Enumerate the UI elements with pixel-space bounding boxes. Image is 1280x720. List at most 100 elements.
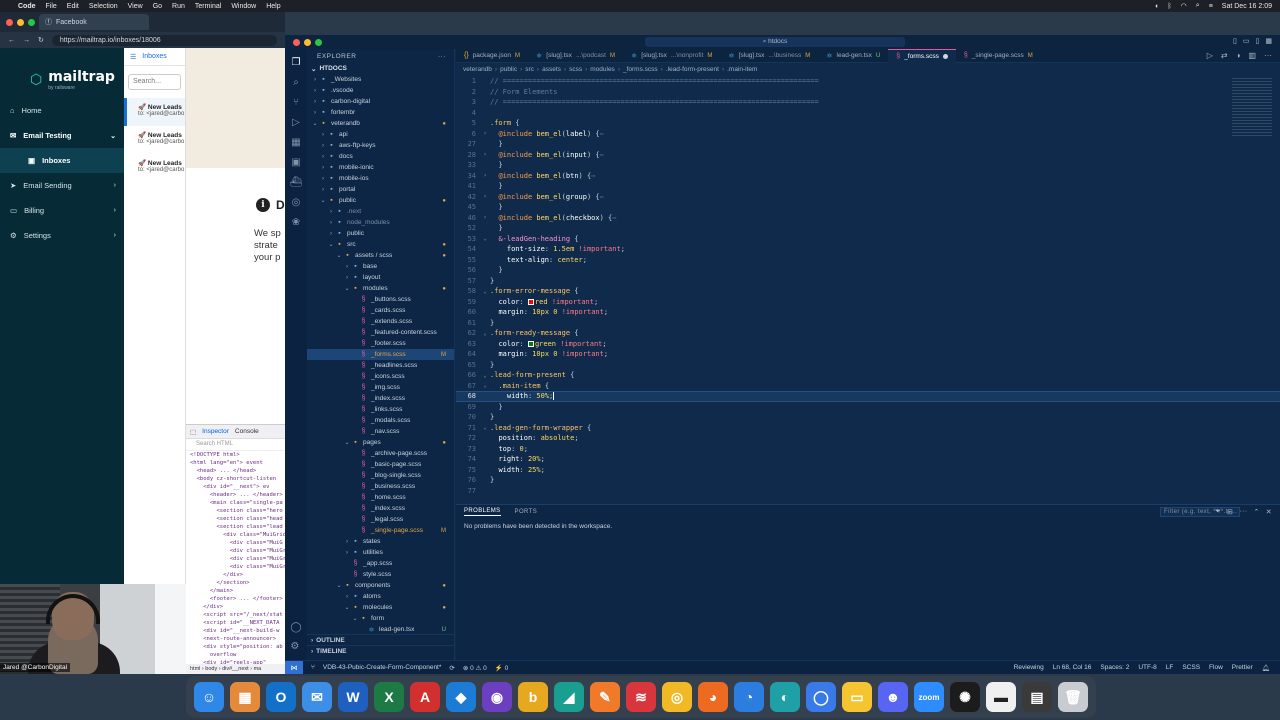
unsaved-dot-icon[interactable] [942, 53, 948, 59]
browser-tab-facebook[interactable]: ⓕ Facebook [39, 14, 149, 30]
menu-edit[interactable]: Edit [67, 3, 79, 10]
tree-folder[interactable]: › ▪ mobile-ionic [307, 162, 454, 173]
menu-view[interactable]: View [128, 3, 143, 10]
fold-chevron-icon[interactable]: › [480, 130, 490, 137]
fold-chevron-icon[interactable]: › [480, 151, 490, 158]
tree-folder[interactable]: › ▪ .next [307, 206, 454, 217]
breadcrumb-item[interactable]: scss [569, 66, 582, 73]
run-icon[interactable]: ▷ [1207, 51, 1213, 60]
vscode-icon[interactable]: ◆ [446, 682, 476, 712]
paw-icon[interactable]: ❀ [292, 217, 300, 228]
status-cursor-position[interactable]: Ln 68, Col 16 [1053, 664, 1092, 672]
menu-window[interactable]: Window [231, 3, 256, 10]
menu-help[interactable]: Help [266, 3, 280, 10]
tree-folder[interactable]: ⌄ ▪ pages ● [307, 437, 454, 448]
devtools-search-input[interactable]: Search HTML [186, 439, 285, 451]
nav-billing[interactable]: ▭ Billing › [0, 198, 124, 223]
breadcrumb-item[interactable]: .lead-form-present [666, 66, 719, 73]
workspace-root[interactable]: ⌄ HTDOCS [307, 63, 454, 74]
editor-tab[interactable]: § _single-page.scss M [956, 49, 1041, 63]
code-line[interactable]: 41 } [456, 181, 1280, 192]
more-actions-icon[interactable]: ··· [438, 53, 446, 60]
minimize-window-icon[interactable] [17, 18, 24, 26]
breadcrumb-item[interactable]: src [525, 66, 534, 73]
menu-icon[interactable]: ☰ [130, 53, 136, 61]
bluetooth-icon[interactable]: ᛒ [1167, 3, 1171, 10]
minimize-window-icon[interactable] [304, 38, 311, 46]
tree-folder[interactable]: › ▪ fortembr [307, 107, 454, 118]
back-icon[interactable]: ← [8, 37, 15, 44]
code-line[interactable]: 72 position: absolute; [456, 433, 1280, 444]
code-line[interactable]: 77 [456, 486, 1280, 497]
code-line[interactable]: 67 ⌄ .main-item { [456, 381, 1280, 392]
code-line[interactable]: 56 } [456, 265, 1280, 276]
code-line[interactable]: 5 .form { [456, 118, 1280, 129]
dom-tree[interactable]: <!DOCTYPE html> <html lang="en"> event <… [186, 451, 285, 667]
tree-file[interactable]: § _home.scss [307, 492, 454, 503]
tree-file[interactable]: § _extends.scss [307, 316, 454, 327]
message-item[interactable]: 🚀 New Leads to: <jared@carbo [124, 126, 185, 154]
tree-file[interactable]: § _index.scss [307, 393, 454, 404]
ports-count[interactable]: ⚡ 0 [495, 664, 509, 672]
tree-file[interactable]: § style.scss [307, 569, 454, 580]
open-changes-icon[interactable]: ◑ [1236, 51, 1241, 60]
word-icon[interactable]: W [338, 682, 368, 712]
pick-element-icon[interactable]: ⬚ [190, 428, 196, 436]
chrome-icon[interactable]: ◎ [662, 682, 692, 712]
tree-file[interactable]: § _featured-content.scss [307, 327, 454, 338]
screens-icon[interactable]: ▤ [1022, 682, 1052, 712]
remote-explorer-icon[interactable]: ▣ [291, 157, 300, 168]
message-item[interactable]: 🚀 New Leads to: <jared@carbo [124, 98, 185, 126]
code-line[interactable]: 76} [456, 475, 1280, 486]
breadcrumb-item[interactable]: _forms.scss [623, 66, 658, 73]
status-flow[interactable]: Flow [1209, 664, 1223, 672]
source-control-icon[interactable]: ⑂ [293, 97, 299, 108]
menubar-clock[interactable]: Sat Dec 16 2:09 [1222, 3, 1272, 10]
code-line[interactable]: 71 ⌄ .lead-gen-form-wrapper { [456, 423, 1280, 434]
tree-file[interactable]: § _basic-page.scss [307, 459, 454, 470]
tree-folder[interactable]: › ▪ base [307, 261, 454, 272]
tree-folder[interactable]: ⌄ ▪ molecules ● [307, 602, 454, 613]
firefox-dev-icon[interactable]: ◔ [734, 682, 764, 712]
code-line[interactable]: 59 color: red !important; [456, 297, 1280, 308]
tree-file[interactable]: § _icons.scss [307, 371, 454, 382]
outlook-icon[interactable]: O [266, 682, 296, 712]
sketch-icon[interactable]: ✎ [590, 682, 620, 712]
tree-folder[interactable]: ⌄ ▪ src ● [307, 239, 454, 250]
fold-chevron-icon[interactable]: ⌄ [480, 424, 490, 431]
code-line[interactable]: 73 top: 0; [456, 444, 1280, 455]
finder-icon[interactable]: ☺ [194, 682, 224, 712]
screenshot-icon[interactable]: ▬ [986, 682, 1016, 712]
fold-chevron-icon[interactable]: › [480, 193, 490, 200]
editor-tab[interactable]: ⚛ lead-gen.tsx U [818, 49, 888, 63]
editor-tab[interactable]: ⚛ [slug].tsx ...\business M [720, 49, 818, 63]
tree-folder[interactable]: ⌄ ▪ components ● [307, 580, 454, 591]
acrobat-icon[interactable]: A [410, 682, 440, 712]
more-actions-icon[interactable]: ··· [1239, 508, 1247, 516]
tree-folder[interactable]: ⌄ ▪ public ● [307, 195, 454, 206]
zoom-window-icon[interactable] [28, 18, 35, 26]
tree-folder[interactable]: › ▪ utilities [307, 547, 454, 558]
code-line[interactable]: 1 // ====================================… [456, 76, 1280, 87]
tree-file[interactable]: § _buttons.scss [307, 294, 454, 305]
notifications-bell-icon[interactable]: 🔔︎ [1262, 664, 1270, 672]
fold-chevron-icon[interactable]: ⌄ [480, 235, 490, 242]
editor-tab[interactable]: § _forms.scss [888, 48, 956, 63]
problems-count[interactable]: ⊗ 0 ⚠ 0 [463, 664, 487, 672]
code-line[interactable]: 27 } [456, 139, 1280, 150]
tree-folder[interactable]: › ▪ node_modules [307, 217, 454, 228]
excel-icon[interactable]: X [374, 682, 404, 712]
tree-file[interactable]: § _cards.scss [307, 305, 454, 316]
menu-app-name[interactable]: Code [18, 3, 36, 10]
notes-icon[interactable]: ▭ [842, 682, 872, 712]
code-line[interactable]: 2 // Form Elements [456, 87, 1280, 98]
nav-email-testing[interactable]: ✉ Email Testing ⌄ [0, 123, 124, 148]
tab-ports[interactable]: PORTS [515, 509, 538, 515]
close-window-icon[interactable] [6, 18, 13, 26]
tree-folder[interactable]: ⌄ ▪ form [307, 613, 454, 624]
breadcrumb-item[interactable]: modules [590, 66, 615, 73]
tree-folder[interactable]: › ▪ aws-ftp-keys [307, 140, 454, 151]
mailtrap-logo[interactable]: ⬡ mailtrap by railsware [0, 48, 124, 93]
editor-tab[interactable]: {} package.json M [456, 49, 528, 63]
breadcrumb-item[interactable]: veterandb [463, 66, 492, 73]
